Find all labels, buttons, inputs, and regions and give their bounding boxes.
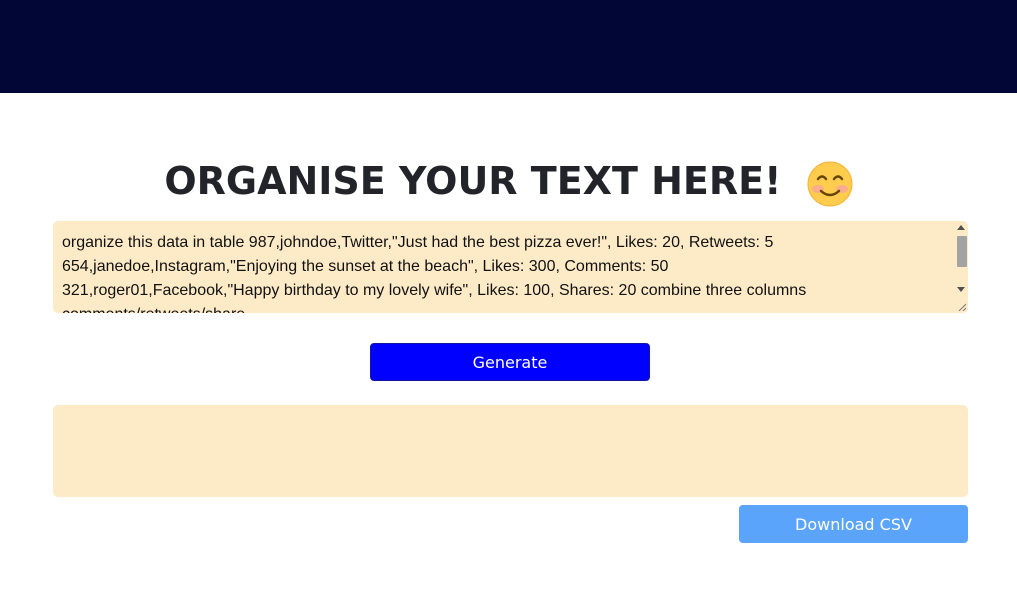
download-csv-button[interactable]: Download CSV: [739, 505, 968, 543]
top-navigation-bar: [0, 0, 1017, 93]
text-input-content[interactable]: organize this data in table 987,johndoe,…: [62, 231, 942, 313]
page-title-text: ORGANISE YOUR TEXT HERE!: [164, 159, 782, 204]
scroll-thumb[interactable]: [957, 236, 967, 267]
resize-handle-icon[interactable]: [958, 303, 966, 311]
page-title: ORGANISE YOUR TEXT HERE!: [164, 159, 853, 207]
text-input-area[interactable]: organize this data in table 987,johndoe,…: [53, 221, 968, 313]
smiling-face-icon: [807, 161, 853, 207]
heading-container: ORGANISE YOUR TEXT HERE!: [0, 155, 1017, 211]
scroll-up-icon[interactable]: [957, 225, 965, 230]
scroll-down-icon[interactable]: [957, 287, 965, 292]
output-area: [53, 405, 968, 497]
generate-button[interactable]: Generate: [370, 343, 650, 381]
text-input-scrollbar[interactable]: [954, 221, 968, 313]
